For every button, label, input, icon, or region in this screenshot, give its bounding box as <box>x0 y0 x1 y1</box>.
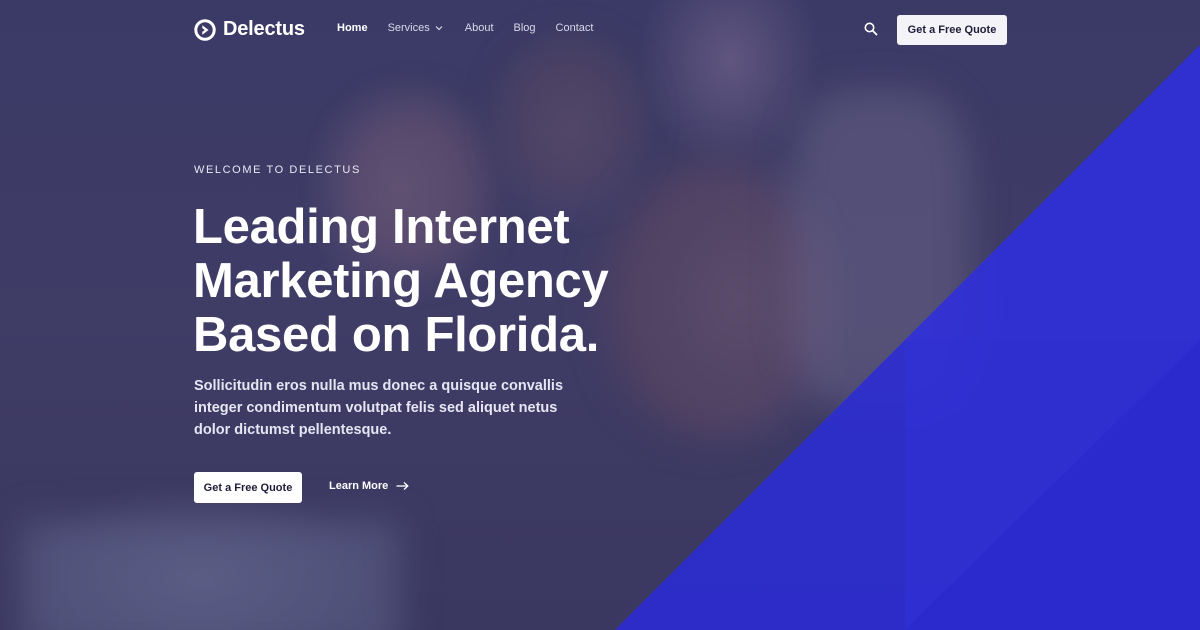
main-nav: Home Services About Blog Contact <box>337 22 593 34</box>
header-quote-button[interactable]: Get a Free Quote <box>897 15 1007 45</box>
hero-description: Sollicitudin eros nulla mus donec a quis… <box>194 378 564 438</box>
search-icon[interactable] <box>863 21 879 37</box>
brand-logo[interactable]: Delectus <box>194 18 305 41</box>
nav-item-label: Services <box>387 22 430 34</box>
hero-section: Delectus Home Services About Blog Contac… <box>0 0 1200 630</box>
background-photo-person <box>500 40 640 200</box>
nav-item-services[interactable]: Services <box>388 22 443 34</box>
nav-item-blog[interactable]: Blog <box>514 22 536 34</box>
headline-line: Based on Florida. <box>193 308 600 362</box>
headline-line: Marketing Agency <box>193 254 609 308</box>
background-photo-person <box>790 90 970 410</box>
nav-item-contact[interactable]: Contact <box>556 22 594 34</box>
hero-headline: Leading Internet Marketing Agency Based … <box>193 200 653 362</box>
brand-name: Delectus <box>223 18 305 40</box>
background-photo-laptop <box>20 520 400 630</box>
hero-eyebrow: WELCOME TO DELECTUS <box>194 164 361 176</box>
hero-quote-button[interactable]: Get a Free Quote <box>194 472 302 503</box>
arrow-right-icon <box>396 482 410 490</box>
nav-item-home[interactable]: Home <box>337 22 368 34</box>
nav-item-about[interactable]: About <box>465 22 494 34</box>
learn-more-link[interactable]: Learn More <box>329 480 410 492</box>
headline-line: Leading Internet <box>193 200 570 254</box>
play-circle-icon <box>194 18 216 41</box>
chevron-down-icon <box>435 26 443 31</box>
site-header: Delectus Home Services About Blog Contac… <box>0 0 1200 60</box>
learn-more-label: Learn More <box>329 480 389 492</box>
